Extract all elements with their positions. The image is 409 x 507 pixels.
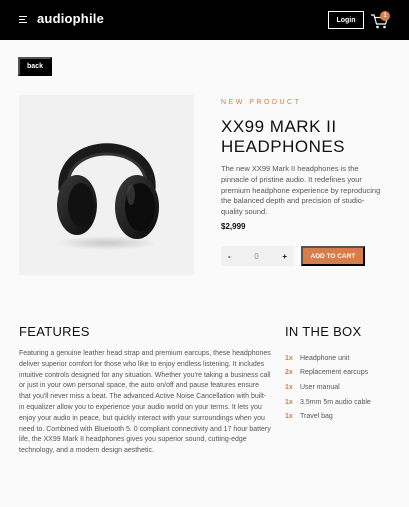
login-button[interactable]: Login <box>328 11 364 29</box>
item-name: Travel bag <box>300 413 333 421</box>
item-name: Headphone unit <box>300 354 350 362</box>
list-item: 1x 3.5mm 5m audio cable <box>285 395 405 410</box>
item-quantity: 1x <box>285 398 293 406</box>
product-price: $2,999 <box>221 222 246 231</box>
list-item: 1x Travel bag <box>285 409 405 424</box>
features-text: Featuring a genuine leather head strap a… <box>19 350 271 455</box>
product-title: XX99 MARK II HEADPHONES <box>221 117 346 156</box>
item-quantity: 1x <box>285 354 293 362</box>
product-image <box>19 95 194 275</box>
item-name: 3.5mm 5m audio cable <box>300 398 371 406</box>
item-quantity: 1x <box>285 413 293 421</box>
cart-count-badge: 1 <box>380 11 390 21</box>
brand-logo[interactable]: audiophile <box>37 11 104 26</box>
in-the-box-heading: IN THE BOX <box>285 324 362 339</box>
in-the-box-list: 1x Headphone unit 2x Replacement earcups… <box>285 351 405 424</box>
item-quantity: 1x <box>285 383 293 391</box>
hamburger-icon[interactable] <box>19 16 27 23</box>
quantity-stepper: - 0 + <box>221 246 294 266</box>
item-name: Replacement earcups <box>300 369 369 377</box>
list-item: 1x User manual <box>285 380 405 395</box>
quantity-value[interactable]: 0 <box>254 252 258 261</box>
decrement-button[interactable]: - <box>228 252 231 261</box>
features-heading: FEATURES <box>19 324 90 339</box>
list-item: 1x Headphone unit <box>285 351 405 366</box>
item-quantity: 2x <box>285 369 293 377</box>
add-to-cart-button[interactable]: ADD TO CART <box>301 246 365 266</box>
top-navbar: audiophile Login 1 <box>0 0 409 40</box>
increment-button[interactable]: + <box>282 252 287 261</box>
item-name: User manual <box>300 383 340 391</box>
back-button[interactable]: back <box>18 57 52 76</box>
headphones-image <box>57 143 159 250</box>
product-overline: NEW PRODUCT <box>221 99 302 106</box>
list-item: 2x Replacement earcups <box>285 366 405 381</box>
product-description: The new XX99 Mark II headphones is the p… <box>221 164 381 217</box>
